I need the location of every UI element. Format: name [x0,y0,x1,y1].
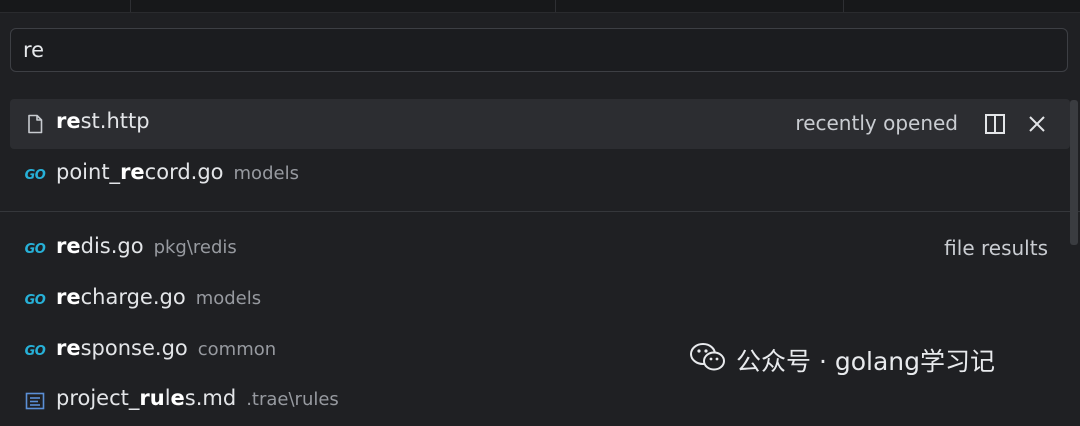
result-name: recharge.go models [56,285,262,309]
search-box[interactable] [10,28,1068,72]
section-divider [0,211,1080,212]
search-input[interactable] [23,37,923,63]
result-name: response.go common [56,336,277,360]
go-file-icon: GO [24,292,46,308]
result-name: project_rules.md .trae\rules [56,386,339,410]
result-item-redis-go[interactable]: GO redis.go pkg\redis file results [10,224,1070,274]
markdown-file-icon [24,390,46,412]
watermark: 公众号 · golang学习记 [690,340,995,380]
recently-opened-label: recently opened [795,111,958,135]
editor-tab-strip [0,0,1080,13]
close-icon[interactable] [1026,113,1048,139]
go-file-icon: GO [24,343,46,359]
result-path: .trae\rules [246,389,339,410]
result-name: redis.go pkg\redis [56,234,237,258]
file-results-label: file results [944,236,1048,260]
scrollbar[interactable] [1070,100,1078,245]
wechat-logo-icon [690,342,726,378]
result-item-rest-http[interactable]: rest.http recently opened [10,99,1070,149]
result-path: common [197,339,277,360]
result-name: rest.http [56,109,150,133]
result-item-project-rules-md[interactable]: project_rules.md .trae\rules [10,376,1070,426]
result-path: pkg\redis [153,237,237,258]
go-file-icon: GO [24,241,46,257]
result-name: point_record.go models [56,160,299,184]
go-file-icon: GO [24,167,46,183]
result-actions [984,113,1048,139]
file-icon [24,113,46,135]
watermark-text: 公众号 · golang学习记 [736,347,995,376]
result-item-point-record-go[interactable]: GO point_record.go models [10,150,1070,200]
result-path: models [195,288,262,309]
split-editor-icon[interactable] [984,113,1006,139]
result-path: models [233,163,299,184]
result-item-recharge-go[interactable]: GO recharge.go models [10,275,1070,325]
